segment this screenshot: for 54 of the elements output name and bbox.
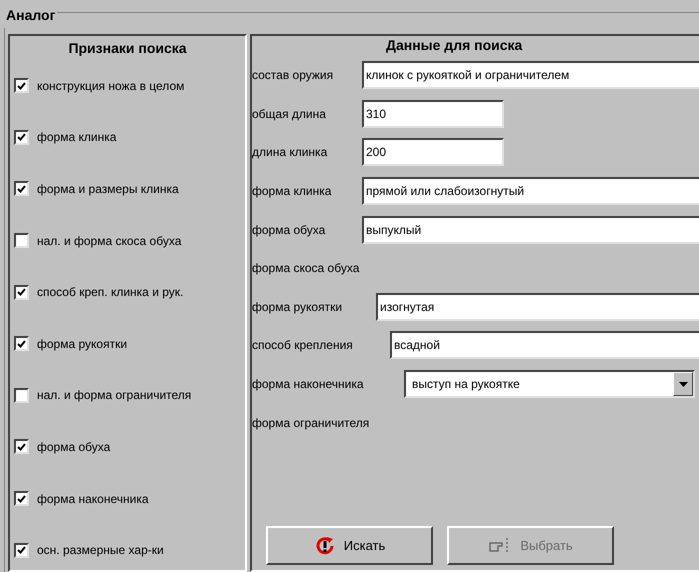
check-icon [17, 494, 26, 503]
check-icon [17, 133, 26, 142]
input-field[interactable]: всадной [390, 331, 699, 360]
dropdown-arrow-button[interactable] [673, 372, 693, 396]
checkbox[interactable] [14, 388, 29, 403]
panel-title: Признаки поиска [68, 39, 187, 58]
checkbox[interactable] [14, 233, 29, 248]
check-icon [17, 288, 26, 296]
checkbox[interactable] [14, 181, 29, 196]
check-icon [17, 340, 26, 348]
caret-icon [678, 382, 688, 387]
checkbox-label: форма наконечника [37, 490, 149, 508]
checkbox-label: форма и размеры клинка [37, 180, 179, 198]
field-label: способ крепления [252, 338, 353, 352]
field-label: форма рукоятки [252, 300, 342, 314]
dropdown[interactable]: выступ на рукоятке [404, 370, 695, 398]
checkbox[interactable] [14, 542, 29, 558]
checkbox-label: способ креп. клинка и рук. [37, 284, 184, 302]
field-label: форма ограничителя [252, 416, 370, 430]
checkbox-label: осн. размерные хар-ки [37, 542, 164, 560]
field-label: форма скоса обуха [252, 261, 360, 276]
checkbox-label: форма обуха [37, 438, 110, 456]
field-label: состав оружия [252, 68, 334, 82]
input-field[interactable]: 310 [362, 100, 504, 128]
field-label: общая длина [252, 106, 326, 121]
checkbox[interactable] [14, 336, 29, 352]
input-field[interactable]: клинок с рукояткой и ограничителем [362, 61, 699, 90]
input-field[interactable]: выпуклый [362, 216, 699, 244]
search-button[interactable]: Искать [266, 526, 433, 565]
check-icon [17, 442, 26, 451]
check-icon [17, 546, 26, 554]
checkbox-label: нал. и форма скоса обуха [37, 232, 182, 250]
field-label: форма клинка [252, 184, 332, 198]
checkbox-label: нал. и форма ограничителя [37, 387, 192, 404]
check-icon [17, 184, 26, 193]
checkbox-label: форма клинка [37, 129, 116, 146]
group-title: Аналог [6, 7, 56, 23]
input-field[interactable]: прямой или слабоизогнутый [362, 177, 699, 206]
input-field[interactable]: 200 [362, 138, 504, 166]
field-label: форма обуха [252, 222, 326, 237]
refresh-alert-icon [314, 534, 336, 556]
field-label: длина клинка [252, 145, 328, 160]
dropdown-value: выступ на рукоятке [412, 376, 520, 394]
input-field[interactable]: изогнутая [376, 292, 699, 321]
check-icon [17, 82, 26, 90]
checkbox-label: форма рукоятки [37, 336, 128, 353]
checkbox[interactable] [14, 491, 29, 506]
checkbox[interactable] [14, 284, 29, 300]
checkbox-label: конструкция ножа в целом [37, 78, 184, 95]
checkbox[interactable] [14, 439, 29, 454]
checkbox[interactable] [14, 78, 29, 94]
panel-title: Данные для поиска [386, 36, 522, 55]
field-label: форма наконечника [252, 377, 364, 392]
checkbox[interactable] [14, 130, 29, 145]
